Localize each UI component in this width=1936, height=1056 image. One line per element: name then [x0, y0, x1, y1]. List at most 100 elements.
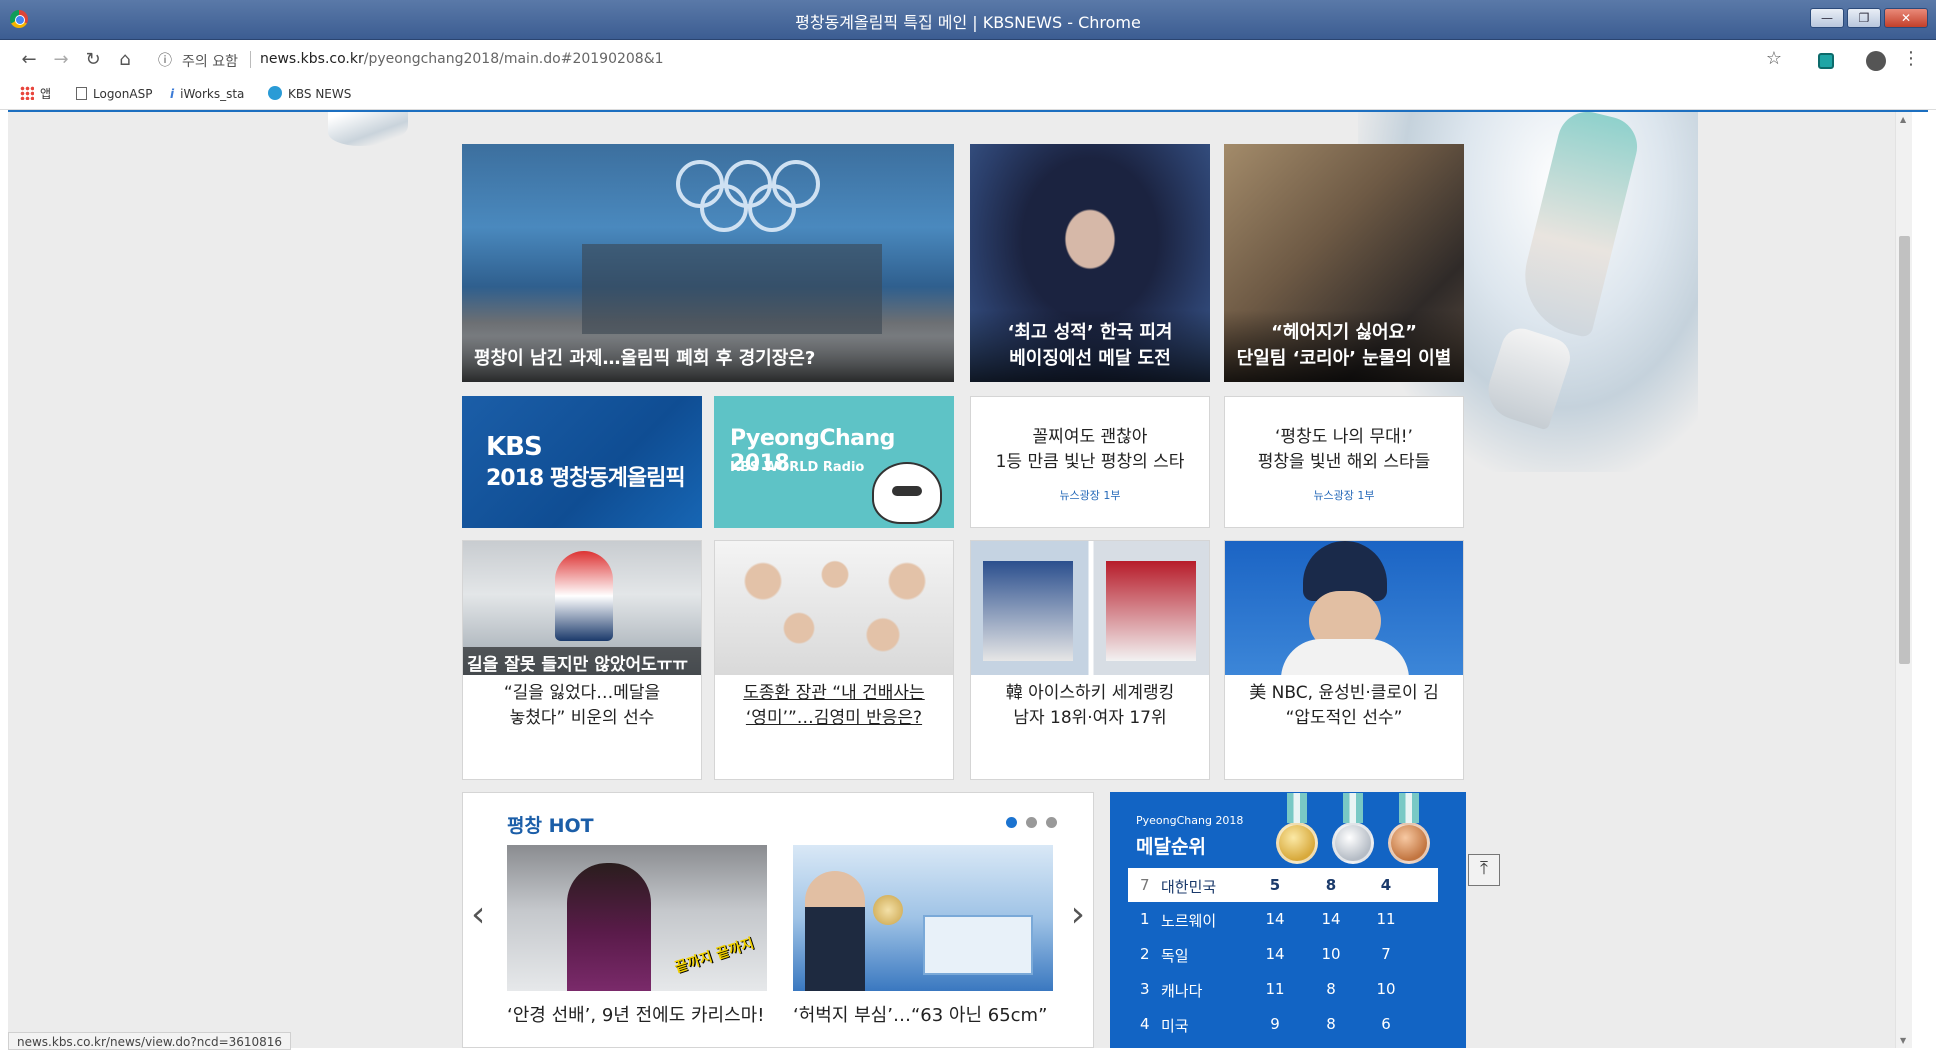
hot-item[interactable]: 끝까지 끝까지 ‘안경 선배’, 9년 전에도 카리스마!: [507, 845, 767, 1027]
bookmark-label: LogonASP: [93, 87, 153, 101]
caption-line2: 베이징에선 메달 도전: [1009, 348, 1171, 369]
page-viewport: 평창이 남긴 과제…올림픽 폐회 후 경기장은? ‘최고 성적’ 한국 피겨 베이…: [8, 112, 1912, 1048]
url-text[interactable]: news.kbs.co.kr/pyeongchang2018/main.do#2…: [260, 51, 664, 67]
kbs-olympics-banner[interactable]: KBS 2018 평창동계올림픽: [462, 396, 702, 528]
browser-toolbar: ← → ↻ ⌂ ⓘ 주의 요함 news.kbs.co.kr/pyeongcha…: [0, 41, 1936, 78]
medal-row[interactable]: 3 캐나다 11 8 10: [1128, 972, 1438, 1006]
medal-row-korea[interactable]: 7 대한민국 5 8 4: [1128, 868, 1438, 902]
gold-count: 9: [1270, 1015, 1280, 1033]
prev-arrow-icon[interactable]: ‹: [471, 897, 485, 933]
story-card-stadium[interactable]: 평창이 남긴 과제…올림픽 폐회 후 경기장은?: [462, 144, 954, 382]
text-card[interactable]: 꼴찌여도 괜찮아 1등 만큼 빛난 평창의 스타 뉴스광장 1부: [970, 396, 1210, 528]
news-card[interactable]: 韓 아이스하키 세계랭킹 남자 18위·여자 17위: [970, 540, 1210, 780]
rank: 4: [1140, 1015, 1150, 1033]
bookmark-logonasp[interactable]: LogonASP: [76, 84, 152, 104]
carousel-dot-1[interactable]: [1006, 817, 1017, 828]
news-card[interactable]: 길을 잘못 들지만 않았어도ㅠㅠ “길을 잃었다…메달을 놓쳤다” 비운의 선수: [462, 540, 702, 780]
country: 미국: [1161, 1017, 1189, 1035]
card-line1: ‘평창도 나의 무대!’: [1275, 427, 1413, 447]
address-bar[interactable]: ⓘ 주의 요함 news.kbs.co.kr/pyeongchang2018/m…: [148, 46, 1788, 74]
ice-hockey-photo: [971, 541, 1209, 675]
bronze-count: 7: [1381, 945, 1391, 963]
medal-logo: PyeongChang 2018: [1136, 814, 1244, 827]
bookmark-label: KBS NEWS: [288, 87, 352, 101]
medal-row[interactable]: 4 미국 9 8 6: [1128, 1007, 1438, 1041]
forward-icon[interactable]: →: [50, 49, 72, 71]
anchor-figure: [805, 871, 865, 991]
scroll-down-icon[interactable]: ▼: [1900, 1036, 1906, 1045]
bookmarks-bar: 앱 LogonASP i iWorks_sta KBS NEWS: [0, 78, 1936, 110]
country: 캐나다: [1161, 982, 1203, 1000]
iworks-icon: i: [170, 87, 175, 101]
home-icon[interactable]: ⌂: [114, 49, 136, 71]
hockey-players-left: [983, 561, 1073, 661]
close-button[interactable]: ✕: [1884, 8, 1928, 28]
section-title: 평창 HOT: [507, 815, 594, 837]
scroll-to-top-button[interactable]: ⤒: [1468, 854, 1500, 886]
bookmark-iworks[interactable]: i iWorks_sta: [170, 84, 244, 104]
medal-title: 메달순위: [1136, 836, 1206, 858]
bookmark-label: iWorks_sta: [180, 87, 245, 101]
medal-row[interactable]: 2 독일 14 10 7: [1128, 937, 1438, 971]
info-icon[interactable]: ⓘ: [158, 50, 172, 70]
scroll-up-icon[interactable]: ▲: [1900, 115, 1906, 124]
profile-icon[interactable]: [1866, 51, 1886, 71]
caption-line1: “헤어지기 싫어요”: [1271, 322, 1417, 343]
story-card-unified-team[interactable]: “헤어지기 싫어요” 단일팀 ‘코리아’ 눈물의 이별: [1224, 144, 1464, 382]
silver-count: 8: [1325, 876, 1337, 894]
kbs-icon: [268, 86, 282, 100]
medal-icon: [873, 895, 903, 925]
next-arrow-icon[interactable]: ›: [1071, 897, 1085, 933]
bronze-count: 6: [1381, 1015, 1391, 1033]
story-card-figure-skating[interactable]: ‘최고 성적’ 한국 피겨 베이징에선 메달 도전: [970, 144, 1210, 382]
hot-item[interactable]: ‘허벅지 부심’…“63 아닌 65cm”: [793, 845, 1053, 1027]
url-path: /pyeongchang2018/main.do#20190208&1: [363, 51, 664, 67]
card-source: 뉴스광장 1부: [1313, 489, 1375, 502]
news-card[interactable]: 美 NBC, 윤성빈·클로이 김 “압도적인 선수”: [1224, 540, 1464, 780]
extension-icon[interactable]: [1818, 53, 1834, 69]
carousel-dot-3[interactable]: [1046, 817, 1057, 828]
yun-sungbin-photo: [1225, 541, 1463, 675]
gold-medal-icon: [1276, 793, 1318, 864]
carousel-dot-2[interactable]: [1026, 817, 1037, 828]
silver-count: 8: [1326, 980, 1336, 998]
window-controls: — ❐ ✕: [1810, 8, 1928, 28]
page-scrollbar[interactable]: ▲ ▼: [1895, 112, 1912, 1048]
studio-desk: [923, 915, 1033, 975]
bookmark-kbs-news[interactable]: KBS NEWS: [268, 84, 351, 104]
medal-row[interactable]: 1 노르웨이 14 14 11: [1128, 902, 1438, 936]
background-skater-left: [328, 112, 408, 146]
security-label[interactable]: 주의 요함: [182, 51, 238, 71]
silver-count: 8: [1326, 1015, 1336, 1033]
medal-standings: PyeongChang 2018 메달순위 7 대한민국 5 8 4 1 노르웨…: [1110, 792, 1466, 1048]
bookmark-star-icon[interactable]: ☆: [1766, 48, 1782, 69]
athlete-figure: [555, 551, 613, 641]
hot-item-caption: ‘안경 선배’, 9년 전에도 카리스마!: [507, 1005, 765, 1026]
bookmark-apps[interactable]: 앱: [20, 84, 51, 104]
card-line1: 韓 아이스하키 세계랭킹: [1005, 683, 1175, 703]
gold-count: 14: [1265, 945, 1285, 963]
silver-medal-icon: [1332, 793, 1374, 864]
scrollbar-thumb[interactable]: [1899, 236, 1910, 664]
text-card[interactable]: ‘평창도 나의 무대!’ 평창을 빛낸 해외 스타들 뉴스광장 1부: [1224, 396, 1464, 528]
rank: 7: [1140, 876, 1150, 894]
banner-subtitle: 2018 평창동계올림픽: [486, 466, 686, 491]
card-line2: 평창을 빛낸 해외 스타들: [1257, 452, 1431, 472]
minimize-button[interactable]: —: [1810, 8, 1844, 28]
card-line2: 1등 만큼 빛난 평창의 스타: [995, 452, 1185, 472]
menu-icon[interactable]: ⋮: [1902, 49, 1920, 69]
kbs-world-radio-banner[interactable]: PyeongChang 2018 KBS WORLD Radio: [714, 396, 954, 528]
bronze-medal-icon: [1388, 793, 1430, 864]
status-bar-url: news.kbs.co.kr/news/view.do?ncd=3610816: [8, 1032, 292, 1050]
pyeongchang-hot-section: 평창 HOT ‹ › 끝까지 끝까지 ‘안경 선배’, 9년 전에도 카리스마!…: [462, 792, 1094, 1048]
apps-icon: [20, 86, 34, 100]
reload-icon[interactable]: ↻: [82, 49, 104, 71]
curling-video-thumb: 끝까지 끝까지: [507, 845, 767, 991]
country: 노르웨이: [1161, 912, 1217, 930]
country: 대한민국: [1161, 878, 1217, 896]
restore-button[interactable]: ❐: [1847, 8, 1881, 28]
back-icon[interactable]: ←: [18, 49, 40, 71]
card-line1: 꼴찌여도 괜찮아: [1032, 427, 1148, 447]
news-card[interactable]: 도종환 장관 “내 건배사는 ‘영미’”…김영미 반응은?: [714, 540, 954, 780]
gold-count: 14: [1265, 910, 1285, 928]
